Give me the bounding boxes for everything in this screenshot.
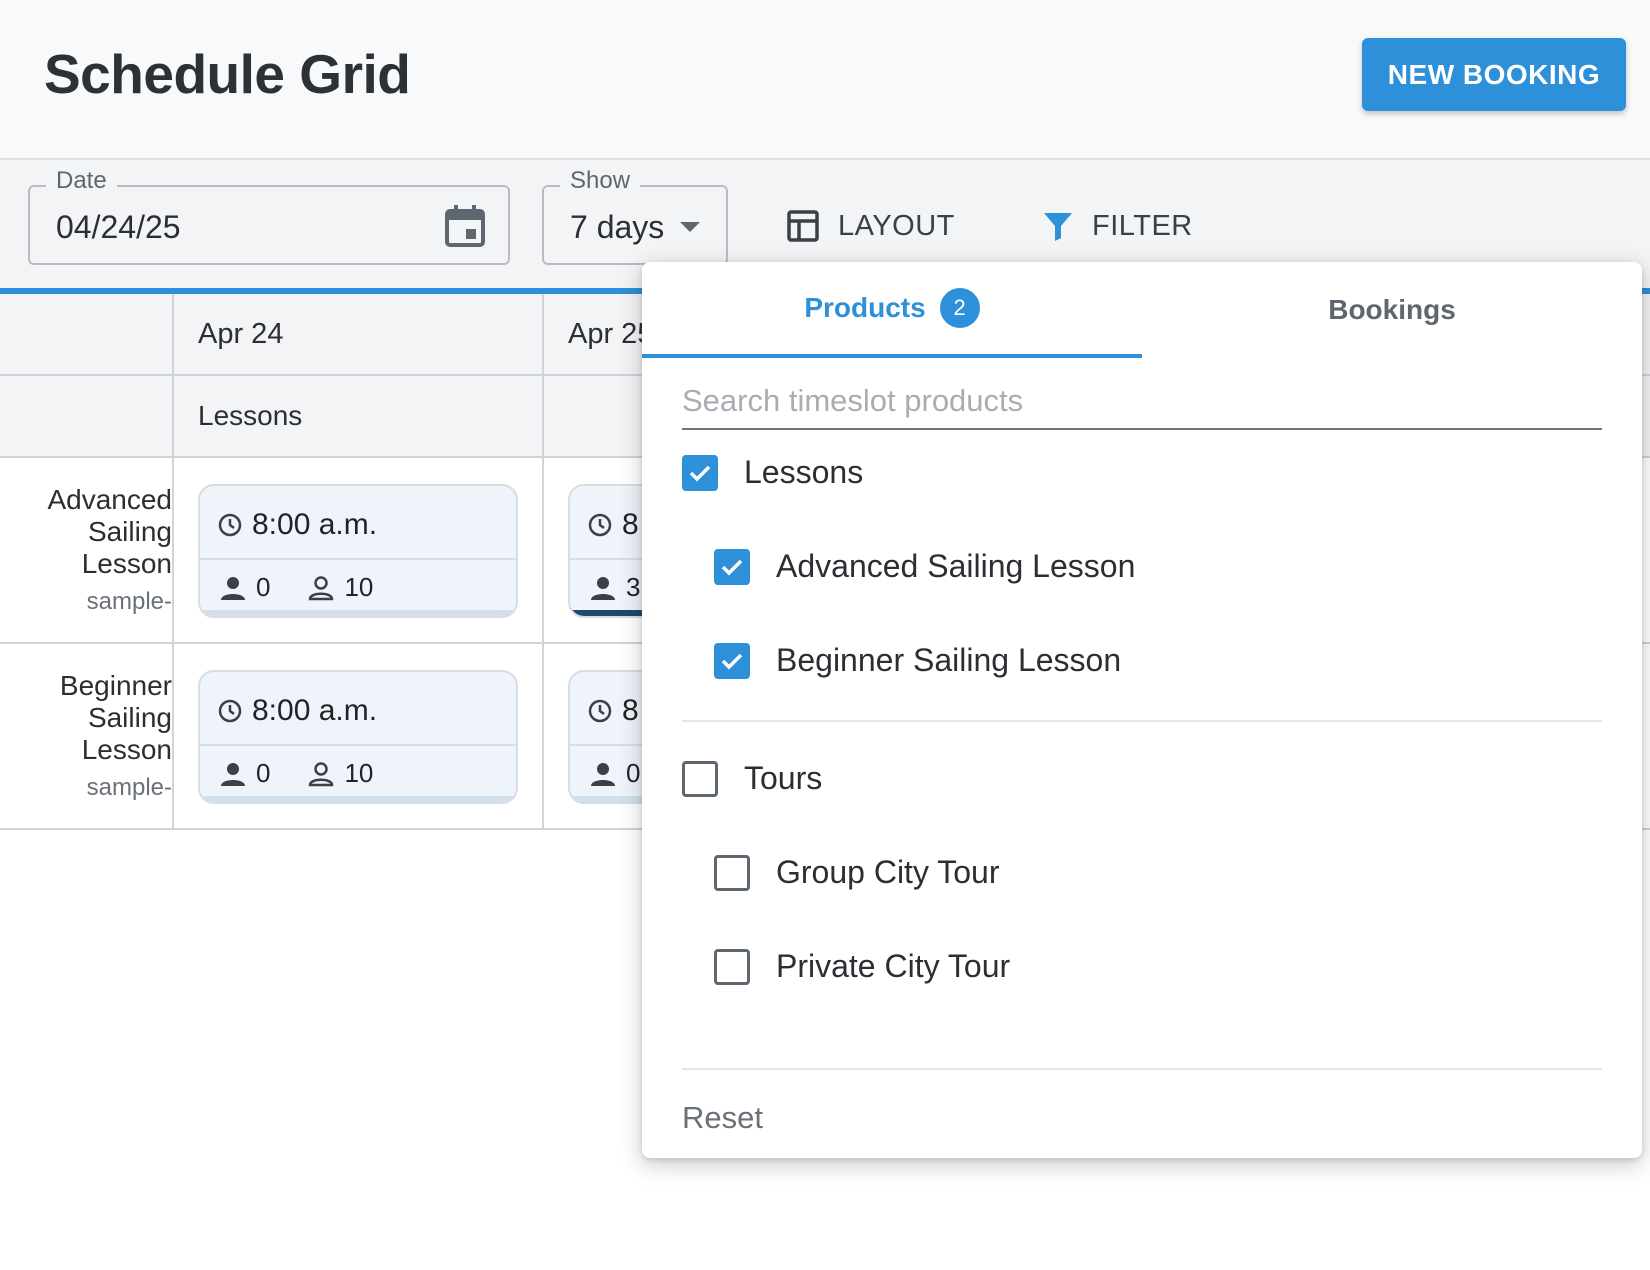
timeslot-time: 8:00 a.m. bbox=[252, 508, 378, 541]
timeslot-time: 8 bbox=[622, 694, 639, 727]
footer-divider bbox=[682, 1068, 1602, 1070]
timeslot-card[interactable]: 8:00 a.m. 0 10 bbox=[198, 670, 518, 804]
capacity-count: 10 bbox=[344, 572, 374, 602]
date-value: 04/24/25 bbox=[56, 209, 181, 245]
checkbox-checked-icon[interactable] bbox=[714, 548, 750, 585]
page-header: Schedule Grid NEW BOOKING bbox=[0, 0, 1650, 160]
row-name-line: Beginner bbox=[59, 670, 172, 701]
row-name-line: Sailing bbox=[87, 702, 172, 733]
tab-products[interactable]: Products 2 bbox=[642, 262, 1142, 358]
row-name-line: Advanced bbox=[47, 484, 172, 515]
new-booking-button[interactable]: NEW BOOKING bbox=[1362, 38, 1626, 111]
row-sku: sample- bbox=[86, 588, 172, 615]
checkbox-unchecked-icon[interactable] bbox=[714, 854, 750, 891]
day-header: Apr 25 bbox=[568, 318, 654, 350]
filter-option-label: Beginner Sailing Lesson bbox=[776, 642, 1122, 678]
product-search-input[interactable] bbox=[682, 374, 1602, 430]
reset-button[interactable]: Reset bbox=[682, 1100, 763, 1136]
filter-option-label: Group City Tour bbox=[776, 854, 1000, 890]
booked-count: 0 bbox=[256, 758, 271, 788]
tab-bookings-label: Bookings bbox=[1328, 294, 1456, 325]
grid-divider bbox=[542, 294, 544, 830]
group-header: Lessons bbox=[198, 400, 303, 431]
capacity-count: 10 bbox=[344, 758, 374, 788]
person-outline-icon bbox=[309, 575, 334, 600]
show-select-label: Show bbox=[560, 167, 641, 195]
row-name-line: Lesson bbox=[81, 734, 172, 765]
table-layout-icon bbox=[787, 210, 819, 242]
filter-label: FILTER bbox=[1092, 209, 1193, 242]
row-name-line: Lesson bbox=[81, 548, 172, 579]
checkbox-unchecked-icon[interactable] bbox=[682, 760, 718, 797]
capacity-bar bbox=[200, 796, 516, 802]
tab-bookings[interactable]: Bookings bbox=[1142, 262, 1642, 358]
filter-option-advanced-sailing[interactable]: Advanced Sailing Lesson bbox=[714, 548, 1135, 585]
filter-option-label: Tours bbox=[744, 760, 823, 796]
slot-divider bbox=[200, 558, 516, 560]
person-outline-icon bbox=[309, 761, 334, 786]
capacity-bar bbox=[200, 610, 516, 616]
filter-icon bbox=[1044, 213, 1072, 241]
slot-divider bbox=[200, 744, 516, 746]
booked-count: 0 bbox=[626, 758, 641, 788]
person-filled-icon bbox=[221, 576, 245, 600]
group-divider bbox=[682, 720, 1602, 722]
filter-button[interactable]: FILTER bbox=[1042, 204, 1193, 248]
row-label: Beginner Sailing Lesson sample- bbox=[12, 670, 172, 804]
calendar-icon[interactable] bbox=[444, 204, 486, 248]
grid-divider bbox=[172, 294, 174, 830]
timeslot-card[interactable]: 8:00 a.m. 0 10 bbox=[198, 484, 518, 618]
row-name-line: Sailing bbox=[87, 516, 172, 547]
date-field[interactable]: Date 04/24/25 bbox=[28, 167, 510, 265]
layout-label: LAYOUT bbox=[838, 209, 955, 242]
clock-icon bbox=[218, 513, 242, 537]
page-title: Schedule Grid bbox=[44, 43, 411, 105]
clock-icon bbox=[218, 699, 242, 723]
day-header: Apr 24 bbox=[198, 318, 284, 350]
filter-option-lessons[interactable]: Lessons bbox=[682, 454, 863, 491]
filter-option-label: Advanced Sailing Lesson bbox=[776, 548, 1136, 584]
clock-icon bbox=[588, 699, 612, 723]
chevron-down-icon bbox=[680, 222, 700, 232]
booked-count: 3 bbox=[626, 572, 641, 602]
checkbox-checked-icon[interactable] bbox=[714, 642, 750, 679]
filter-option-beginner-sailing[interactable]: Beginner Sailing Lesson bbox=[714, 642, 1121, 679]
show-select[interactable]: Show 7 days bbox=[542, 167, 728, 265]
checkbox-checked-icon[interactable] bbox=[682, 454, 718, 491]
timeslot-time: 8 bbox=[622, 508, 639, 541]
person-filled-icon bbox=[591, 762, 615, 786]
tab-products-label: Products bbox=[804, 292, 926, 323]
date-field-label: Date bbox=[46, 167, 117, 195]
filter-option-private-city-tour[interactable]: Private City Tour bbox=[714, 948, 1010, 985]
person-filled-icon bbox=[221, 762, 245, 786]
checkbox-unchecked-icon[interactable] bbox=[714, 948, 750, 985]
row-label: Advanced Sailing Lesson sample- bbox=[12, 484, 172, 618]
booked-count: 0 bbox=[256, 572, 271, 602]
filter-panel: Products 2 Bookings Lessons Advanced Sai… bbox=[642, 262, 1642, 1158]
clock-icon bbox=[588, 513, 612, 537]
layout-button[interactable]: LAYOUT bbox=[786, 204, 955, 248]
filter-option-label: Private City Tour bbox=[776, 948, 1011, 984]
row-sku: sample- bbox=[86, 774, 172, 801]
filter-option-group-city-tour[interactable]: Group City Tour bbox=[714, 854, 1000, 891]
filter-option-tours[interactable]: Tours bbox=[682, 760, 822, 797]
person-filled-icon bbox=[591, 576, 615, 600]
products-count-badge: 2 bbox=[939, 288, 980, 328]
timeslot-time: 8:00 a.m. bbox=[252, 694, 378, 727]
filter-option-label: Lessons bbox=[744, 454, 864, 490]
show-value: 7 days bbox=[570, 209, 665, 245]
